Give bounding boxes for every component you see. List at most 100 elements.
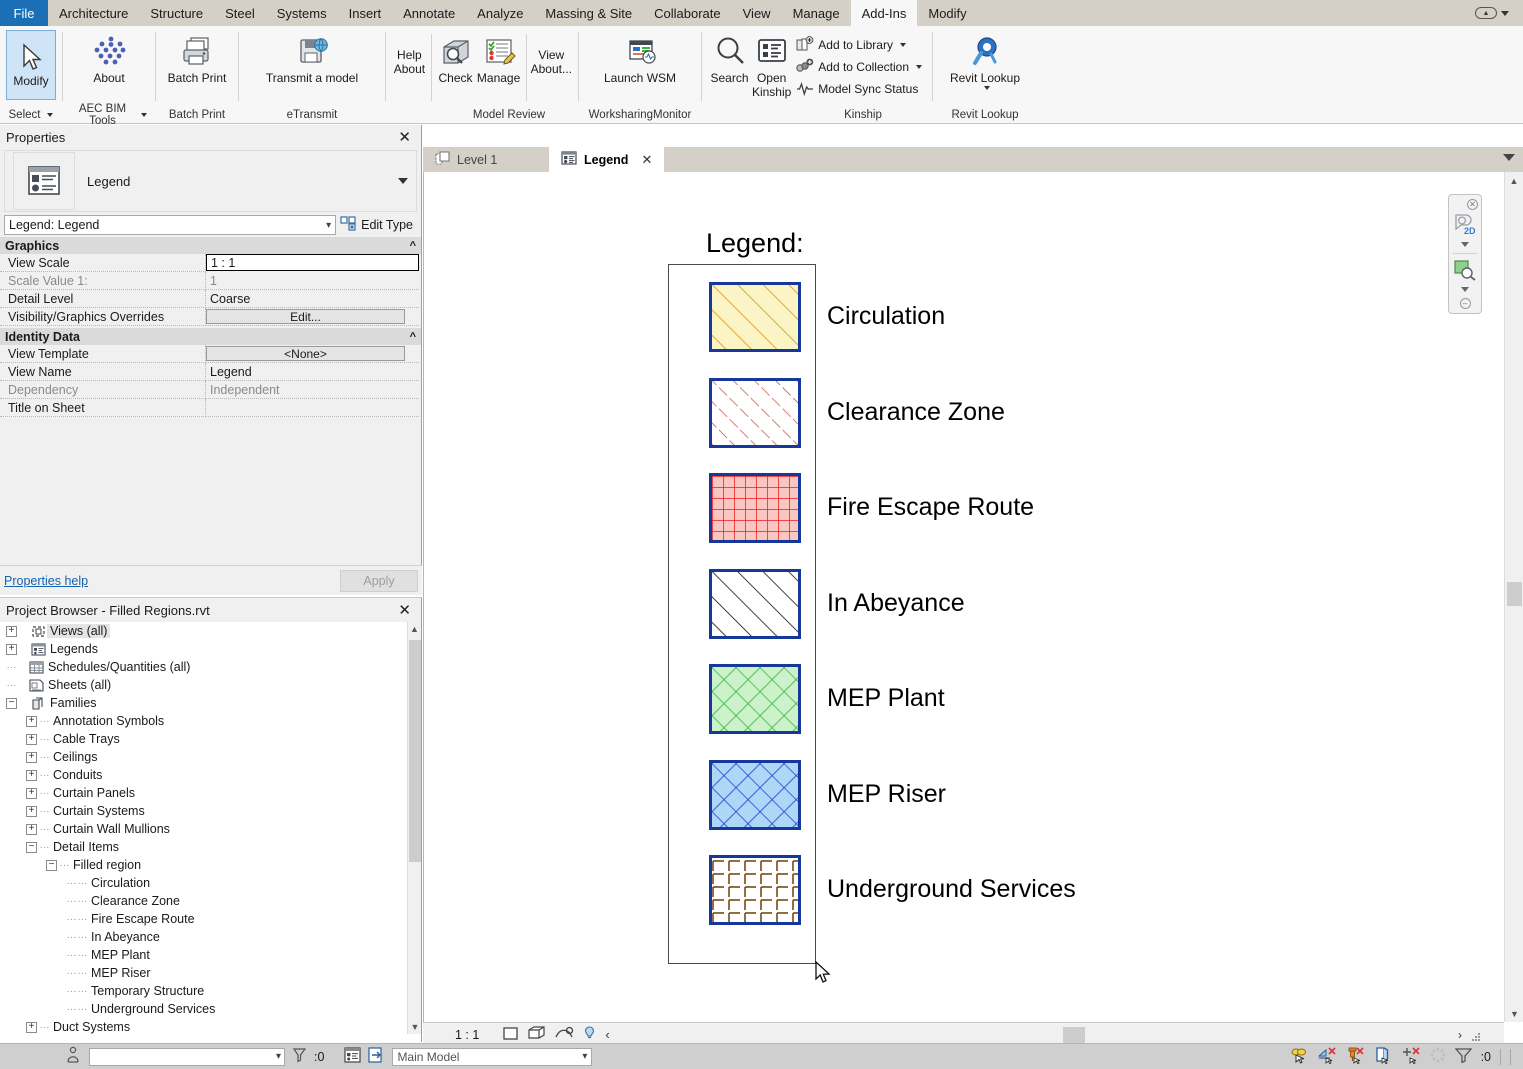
worksets-select[interactable]: Main Model ▾ [392, 1047, 593, 1066]
chevron-down-icon[interactable] [398, 178, 408, 184]
close-icon[interactable]: ✕ [394, 128, 415, 146]
scroll-down-icon[interactable]: ▼ [408, 1020, 422, 1034]
tree-node[interactable]: ··· ··· MEP Riser [0, 964, 407, 982]
expand-icon[interactable]: + [26, 751, 37, 763]
tree-node[interactable]: ··· ··· Temporary Structure [0, 982, 407, 1000]
launch-wsm-button[interactable]: Launch WSM [588, 30, 692, 85]
tree-node[interactable]: ··· ··· Fire Escape Route [0, 910, 407, 928]
detail-level-icon[interactable] [503, 1026, 518, 1043]
editing-requests-icon[interactable] [368, 1047, 385, 1066]
legend-swatch[interactable] [709, 568, 801, 639]
kinship-search-button[interactable]: Search [708, 30, 751, 85]
view-tab-legend[interactable]: Legend ✕ [549, 147, 665, 172]
status-search-input[interactable]: ▾ [89, 1047, 285, 1066]
press-drag-icon[interactable] [1290, 1047, 1309, 1067]
legend-swatch[interactable] [709, 473, 801, 543]
tree-node[interactable]: + ··· Curtain Wall Mullions [0, 820, 407, 838]
tree-node[interactable]: ··· Schedules/Quantities (all) [0, 658, 407, 676]
expand-icon[interactable]: + [26, 1021, 37, 1033]
revit-lookup-button[interactable]: Revit Lookup [939, 30, 1031, 91]
legend-swatch[interactable] [709, 759, 801, 830]
tree-node[interactable]: ··· ··· MEP Plant [0, 946, 407, 964]
tree-node[interactable]: ··· ··· Underground Services [0, 1000, 407, 1018]
project-browser-tree[interactable]: + Views (all) + Legends ··· Schedules/Quantit… [0, 622, 407, 1034]
tab-file[interactable]: File [0, 0, 48, 26]
tree-node[interactable]: ··· ··· In Abeyance [0, 928, 407, 946]
property-row-view-name[interactable]: View Name Legend [0, 363, 421, 381]
select-underlay-icon[interactable] [1402, 1046, 1421, 1067]
close-icon[interactable]: ✕ [1467, 199, 1478, 210]
tree-node[interactable]: + Views (all) [0, 622, 407, 640]
tab-structure[interactable]: Structure [139, 0, 214, 26]
tree-node[interactable]: + ··· Conduits [0, 766, 407, 784]
expand-icon[interactable]: + [6, 643, 17, 655]
collapse-icon[interactable]: − [6, 697, 17, 709]
resize-grip-icon[interactable] [1472, 1033, 1481, 1042]
model-sync-status-button[interactable]: Model Sync Status [792, 78, 926, 100]
exclude-options-icon[interactable] [1317, 1046, 1337, 1067]
properties-group-graphics[interactable]: Graphics ^ [0, 237, 421, 254]
scrollbar-thumb[interactable] [409, 640, 421, 862]
warnings-icon[interactable] [292, 1047, 307, 1066]
modify-button[interactable]: Modify [6, 30, 56, 100]
tab-analyze[interactable]: Analyze [466, 0, 534, 26]
add-to-collection-button[interactable]: Add to Collection [792, 56, 926, 78]
expand-icon[interactable]: + [26, 787, 37, 799]
tree-node[interactable]: ··· ··· Circulation [0, 874, 407, 892]
help-about-button[interactable]: Help About [392, 30, 427, 76]
exclude-pinned-icon[interactable] [1346, 1046, 1365, 1067]
apply-button[interactable]: Apply [340, 569, 418, 592]
properties-group-identity-data[interactable]: Identity Data ^ [0, 328, 421, 345]
add-to-library-button[interactable]: Add to Library [792, 34, 926, 56]
transmit-a-model-button[interactable]: Transmit a model [247, 30, 377, 85]
chevron-down-icon[interactable] [1461, 287, 1469, 292]
tab-modify[interactable]: Modify [917, 0, 977, 26]
canvas-horizontal-scrollbar[interactable]: › [1023, 1027, 1484, 1043]
properties-type-selector[interactable]: Legend: Legend ▾ [4, 215, 337, 235]
property-row-title-on-sheet[interactable]: Title on Sheet [0, 399, 421, 417]
legend-swatch-wrapper[interactable] [709, 473, 801, 543]
close-icon[interactable]: ✕ [394, 601, 415, 619]
edit-type-button[interactable]: Edit Type [340, 216, 417, 234]
batch-print-button[interactable]: Batch Print [166, 30, 228, 85]
tree-node[interactable]: + ··· Annotation Symbols [0, 712, 407, 730]
detail-level-value[interactable]: Coarse [206, 290, 419, 308]
legend-swatch-wrapper[interactable] [709, 377, 801, 448]
tree-node[interactable]: − ··· Detail Items [0, 838, 407, 856]
sun-path-icon[interactable] [555, 1026, 574, 1043]
tab-annotate[interactable]: Annotate [392, 0, 466, 26]
check-button[interactable]: Check [436, 30, 476, 85]
property-row-detail-level[interactable]: Detail Level Coarse [0, 290, 421, 308]
select-links-icon[interactable] [1374, 1046, 1393, 1067]
property-row-view-scale[interactable]: View Scale 1 : 1 [0, 254, 421, 272]
tab-collaborate[interactable]: Collaborate [643, 0, 732, 26]
tab-insert[interactable]: Insert [338, 0, 393, 26]
view-template-button[interactable]: <None> [206, 346, 405, 361]
view-name-value[interactable]: Legend [206, 363, 419, 381]
view-tabs-overflow-icon[interactable] [1503, 154, 1515, 161]
open-kinship-button[interactable]: Open Kinship [751, 30, 792, 99]
expand-icon[interactable]: + [26, 823, 37, 835]
properties-type-preview[interactable]: Legend [4, 150, 417, 212]
view-tab-level-1[interactable]: Level 1 [423, 147, 509, 172]
legend-swatch[interactable] [709, 855, 801, 925]
scroll-right-icon[interactable]: › [1458, 1028, 1462, 1042]
expand-icon[interactable]: ‹ [605, 1027, 609, 1042]
project-browser-scrollbar[interactable]: ▲ ▼ [407, 622, 421, 1034]
tree-node[interactable]: + ··· Cable Trays [0, 730, 407, 748]
visual-style-icon[interactable] [528, 1026, 545, 1043]
property-row-visibility-graphics[interactable]: Visibility/Graphics Overrides Edit... [0, 308, 421, 326]
legend-swatch-wrapper[interactable] [709, 282, 801, 352]
zoom-region-button[interactable] [1453, 259, 1477, 284]
view-scale-value[interactable]: 1 : 1 [206, 254, 419, 271]
tree-node[interactable]: ··· ··· Clearance Zone [0, 892, 407, 910]
view-scale-indicator[interactable]: 1 : 1 [455, 1028, 479, 1042]
legend-swatch[interactable] [709, 664, 801, 734]
expand-icon[interactable]: + [26, 715, 37, 727]
expand-icon[interactable]: + [26, 805, 37, 817]
tree-node[interactable]: − ··· Filled region [0, 856, 407, 874]
tree-node[interactable]: + ··· Curtain Panels [0, 784, 407, 802]
expand-icon[interactable]: + [26, 769, 37, 781]
canvas-vertical-scrollbar[interactable]: ▲ ▼ [1504, 172, 1523, 1022]
title-on-sheet-value[interactable] [206, 399, 419, 417]
